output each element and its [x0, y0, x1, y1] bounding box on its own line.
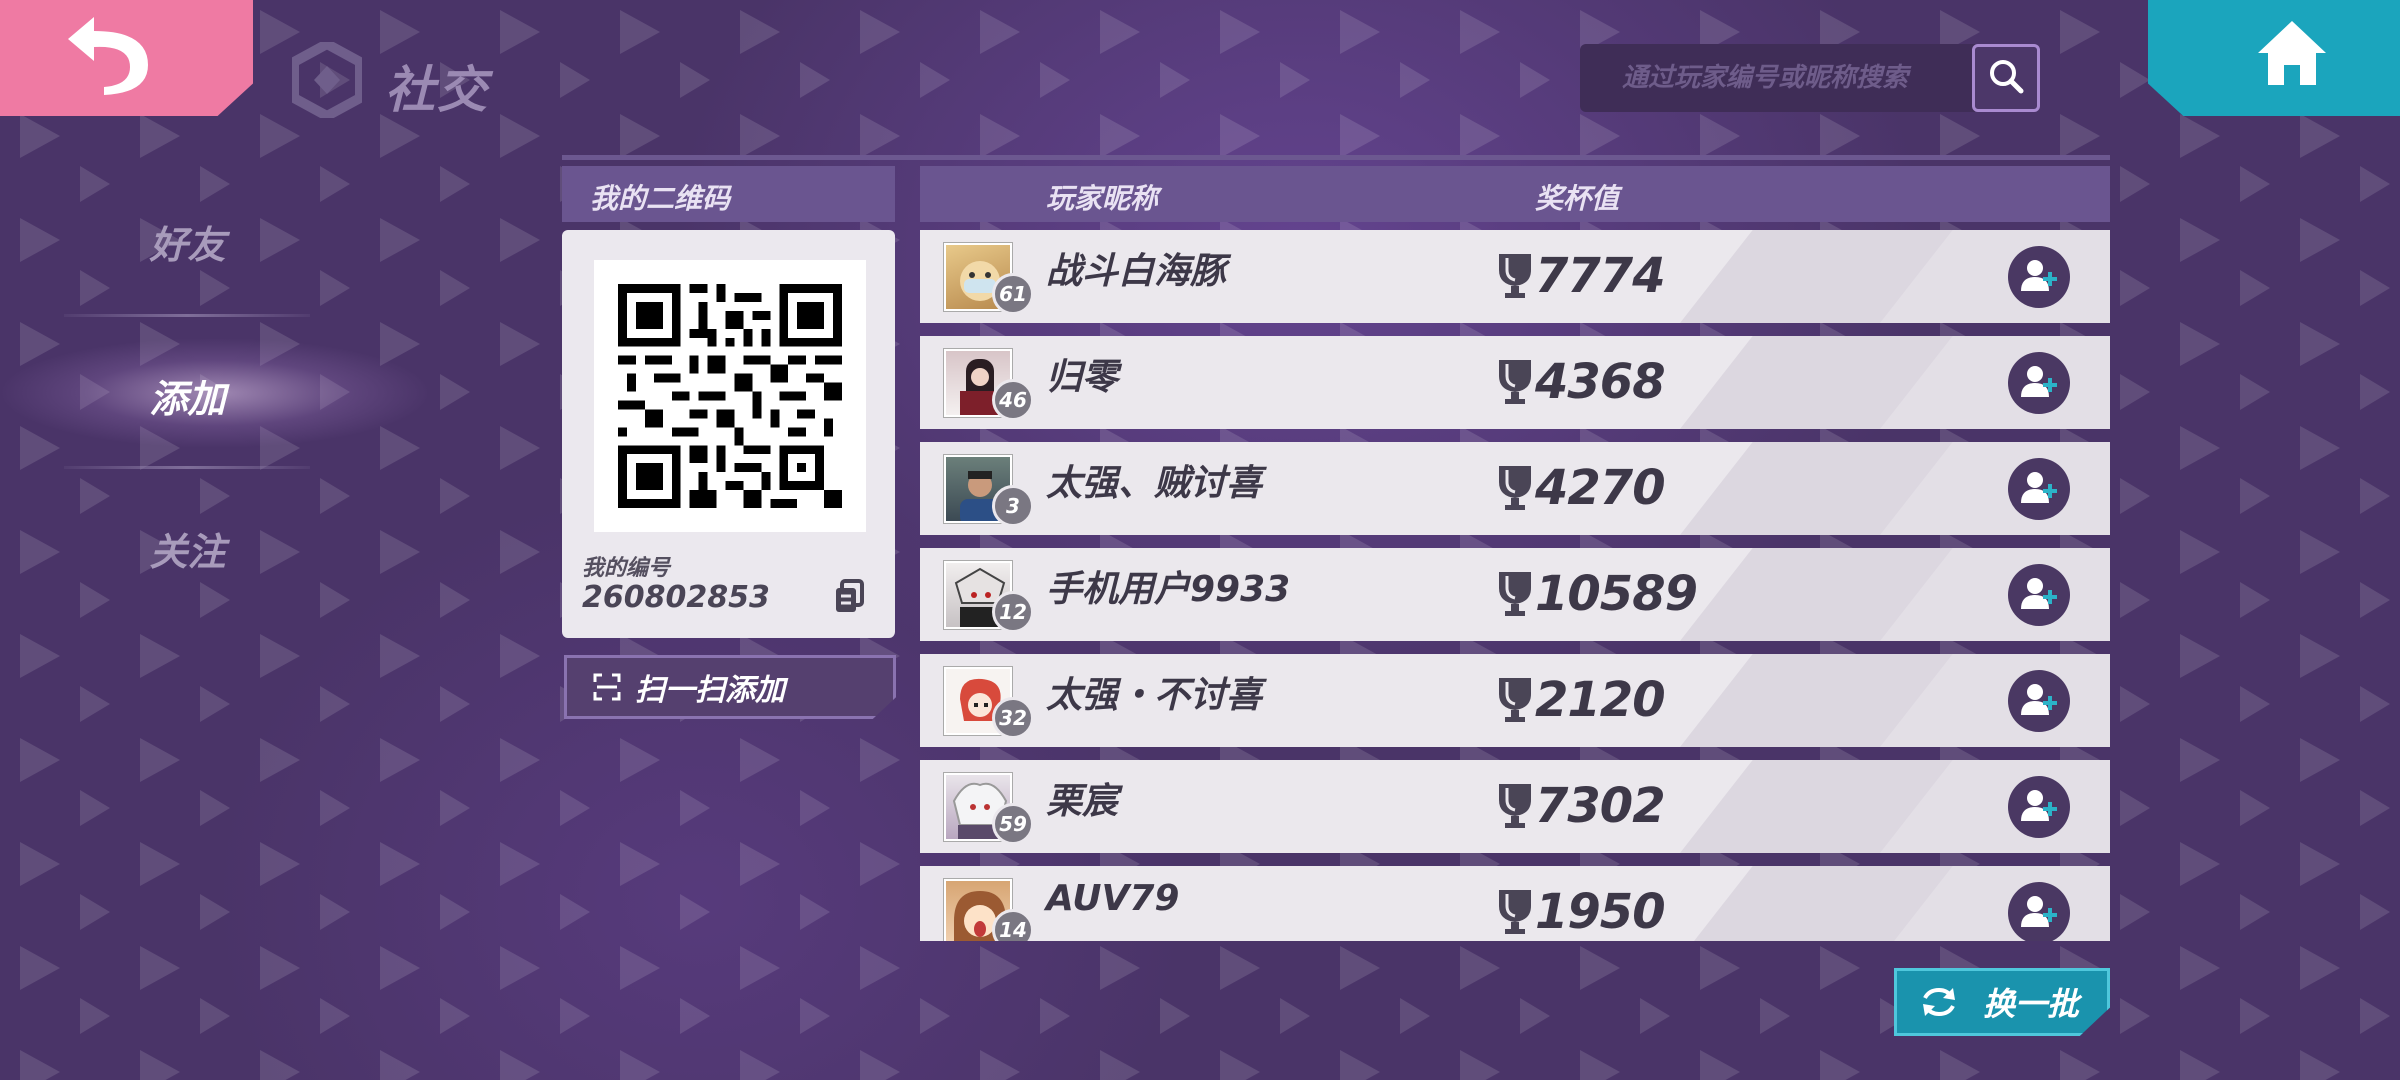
- col-nickname: 玩家昵称: [1046, 182, 1159, 215]
- player-row[interactable]: 61 战斗白海豚 7774: [920, 230, 2110, 323]
- qr-code-image[interactable]: [594, 260, 866, 532]
- scan-icon: [593, 673, 621, 701]
- trophy-icon: [1495, 356, 1535, 406]
- player-row[interactable]: 12 手机用户9933 10589: [920, 548, 2110, 641]
- trophy-icon: [1495, 462, 1535, 512]
- qr-header: 我的二维码: [562, 166, 895, 222]
- col-trophy: 奖杯值: [1535, 182, 1620, 215]
- refresh-batch-label: 换一批: [1983, 985, 2080, 1023]
- add-friend-icon: [2019, 467, 2059, 511]
- player-nickname: 战斗白海豚: [1046, 251, 1227, 292]
- search-field-container: [1580, 44, 1975, 112]
- add-friend-icon: [2019, 361, 2059, 405]
- trophy-value: 4368: [1535, 354, 1666, 410]
- player-row[interactable]: 32 太强・不讨喜 2120: [920, 654, 2110, 747]
- list-header: 玩家昵称 奖杯值: [920, 166, 2110, 222]
- trophy-value: 1950: [1535, 884, 1666, 940]
- level-badge: 3: [992, 485, 1034, 527]
- player-nickname: AUV79: [1046, 878, 1180, 919]
- sidebar-divider: [64, 314, 310, 317]
- copy-icon[interactable]: [832, 578, 868, 616]
- player-nickname: 栗宸: [1046, 781, 1119, 822]
- trophy-value: 2120: [1535, 672, 1666, 728]
- add-friend-icon: [2019, 785, 2059, 829]
- add-friend-button[interactable]: [2008, 246, 2070, 308]
- page-title: 社交: [385, 61, 489, 119]
- home-icon: [2220, 21, 2328, 93]
- level-badge: 46: [992, 379, 1034, 421]
- trophy-value: 4270: [1535, 460, 1666, 516]
- player-row[interactable]: 59 栗宸 7302: [920, 760, 2110, 853]
- add-friend-icon: [2019, 255, 2059, 299]
- back-arrow-icon: [67, 15, 156, 101]
- player-row[interactable]: 14 AUV79 1950: [920, 866, 2110, 941]
- home-button[interactable]: [2148, 0, 2400, 116]
- search-icon: [1986, 56, 2026, 100]
- trophy-icon: [1495, 674, 1535, 724]
- refresh-batch-button[interactable]: 换一批: [1894, 968, 2110, 1036]
- trophy-value: 7774: [1535, 248, 1666, 304]
- level-badge: 32: [992, 697, 1034, 739]
- add-friend-button[interactable]: [2008, 776, 2070, 838]
- scan-add-label: 扫一扫添加: [635, 673, 785, 708]
- refresh-icon: [1921, 986, 1957, 1018]
- trophy-icon: [1495, 568, 1535, 618]
- trophy-value: 7302: [1535, 778, 1666, 834]
- add-friend-icon: [2019, 679, 2059, 723]
- player-id-label: 我的编号: [582, 556, 671, 581]
- sidebar-divider: [64, 466, 310, 469]
- level-badge: 14: [992, 909, 1034, 941]
- add-friend-button[interactable]: [2008, 458, 2070, 520]
- panel-top-divider: [562, 155, 2110, 160]
- add-friend-icon: [2019, 573, 2059, 617]
- search-input[interactable]: [1580, 44, 1975, 112]
- tab-follow[interactable]: 关注: [60, 503, 315, 593]
- level-badge: 12: [992, 591, 1034, 633]
- player-row[interactable]: 46 归零 4368: [920, 336, 2110, 429]
- player-id-value: 260802853: [582, 580, 770, 615]
- search-button[interactable]: [1972, 44, 2040, 112]
- back-button[interactable]: [0, 0, 253, 116]
- add-friend-button[interactable]: [2008, 882, 2070, 941]
- trophy-icon: [1495, 780, 1535, 830]
- player-nickname: 归零: [1046, 357, 1119, 398]
- tab-add[interactable]: 添加: [60, 350, 315, 440]
- tab-friends[interactable]: 好友: [60, 196, 315, 286]
- social-logo-icon: [289, 38, 365, 122]
- add-friend-button[interactable]: [2008, 670, 2070, 732]
- trophy-icon: [1495, 886, 1535, 936]
- player-row[interactable]: 3 太强、贼讨喜 4270: [920, 442, 2110, 535]
- player-nickname: 太强、贼讨喜: [1046, 463, 1263, 504]
- player-nickname: 手机用户9933: [1046, 569, 1291, 610]
- add-friend-icon: [2019, 891, 2059, 935]
- level-badge: 59: [992, 803, 1034, 845]
- level-badge: 61: [992, 273, 1034, 315]
- add-friend-button[interactable]: [2008, 352, 2070, 414]
- player-nickname: 太强・不讨喜: [1046, 675, 1263, 716]
- qr-card: 我的编号 260802853: [562, 230, 895, 638]
- trophy-value: 10589: [1535, 566, 1698, 622]
- add-friend-button[interactable]: [2008, 564, 2070, 626]
- trophy-icon: [1495, 250, 1535, 300]
- scan-add-button[interactable]: 扫一扫添加: [564, 655, 896, 719]
